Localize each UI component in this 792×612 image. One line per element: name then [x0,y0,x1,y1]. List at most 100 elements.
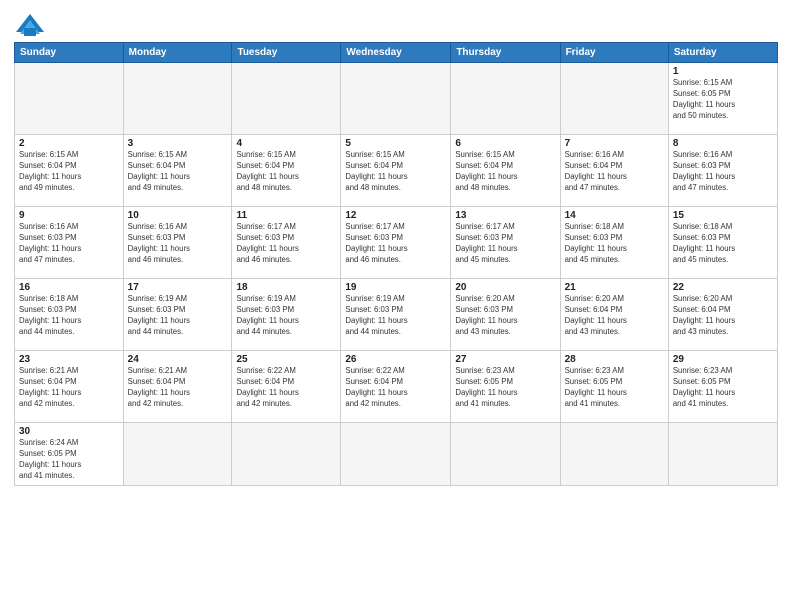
day-info: Sunrise: 6:15 AM Sunset: 6:04 PM Dayligh… [128,150,228,194]
day-info: Sunrise: 6:16 AM Sunset: 6:03 PM Dayligh… [19,222,119,266]
calendar-cell: 26Sunrise: 6:22 AM Sunset: 6:04 PM Dayli… [341,351,451,423]
calendar-cell: 21Sunrise: 6:20 AM Sunset: 6:04 PM Dayli… [560,279,668,351]
calendar-week-row: 16Sunrise: 6:18 AM Sunset: 6:03 PM Dayli… [15,279,778,351]
calendar-cell: 2Sunrise: 6:15 AM Sunset: 6:04 PM Daylig… [15,135,124,207]
weekday-header-thursday: Thursday [451,43,560,63]
calendar-cell: 25Sunrise: 6:22 AM Sunset: 6:04 PM Dayli… [232,351,341,423]
day-number: 13 [455,210,555,221]
day-info: Sunrise: 6:15 AM Sunset: 6:04 PM Dayligh… [19,150,119,194]
day-number: 27 [455,354,555,365]
day-number: 4 [236,138,336,149]
calendar-cell: 29Sunrise: 6:23 AM Sunset: 6:05 PM Dayli… [668,351,777,423]
day-number: 8 [673,138,773,149]
calendar-cell: 8Sunrise: 6:16 AM Sunset: 6:03 PM Daylig… [668,135,777,207]
calendar-cell [451,423,560,486]
day-number: 7 [565,138,664,149]
calendar-week-row: 30Sunrise: 6:24 AM Sunset: 6:05 PM Dayli… [15,423,778,486]
day-info: Sunrise: 6:17 AM Sunset: 6:03 PM Dayligh… [345,222,446,266]
calendar-cell: 23Sunrise: 6:21 AM Sunset: 6:04 PM Dayli… [15,351,124,423]
day-number: 18 [236,282,336,293]
day-info: Sunrise: 6:21 AM Sunset: 6:04 PM Dayligh… [19,366,119,410]
day-number: 22 [673,282,773,293]
day-info: Sunrise: 6:15 AM Sunset: 6:04 PM Dayligh… [236,150,336,194]
calendar-cell: 3Sunrise: 6:15 AM Sunset: 6:04 PM Daylig… [123,135,232,207]
day-info: Sunrise: 6:18 AM Sunset: 6:03 PM Dayligh… [673,222,773,266]
day-info: Sunrise: 6:20 AM Sunset: 6:03 PM Dayligh… [455,294,555,338]
calendar-cell: 10Sunrise: 6:16 AM Sunset: 6:03 PM Dayli… [123,207,232,279]
calendar-cell [123,423,232,486]
logo-icon [14,12,42,34]
weekday-header-saturday: Saturday [668,43,777,63]
day-info: Sunrise: 6:15 AM Sunset: 6:04 PM Dayligh… [455,150,555,194]
day-number: 9 [19,210,119,221]
calendar-cell: 17Sunrise: 6:19 AM Sunset: 6:03 PM Dayli… [123,279,232,351]
day-number: 14 [565,210,664,221]
day-info: Sunrise: 6:15 AM Sunset: 6:04 PM Dayligh… [345,150,446,194]
day-info: Sunrise: 6:17 AM Sunset: 6:03 PM Dayligh… [236,222,336,266]
day-info: Sunrise: 6:16 AM Sunset: 6:04 PM Dayligh… [565,150,664,194]
day-number: 30 [19,426,119,437]
calendar-cell [123,63,232,135]
day-number: 21 [565,282,664,293]
calendar-cell: 9Sunrise: 6:16 AM Sunset: 6:03 PM Daylig… [15,207,124,279]
calendar-cell: 12Sunrise: 6:17 AM Sunset: 6:03 PM Dayli… [341,207,451,279]
day-number: 23 [19,354,119,365]
calendar-cell: 4Sunrise: 6:15 AM Sunset: 6:04 PM Daylig… [232,135,341,207]
day-number: 15 [673,210,773,221]
logo [14,12,46,34]
weekday-header-friday: Friday [560,43,668,63]
day-info: Sunrise: 6:20 AM Sunset: 6:04 PM Dayligh… [565,294,664,338]
day-number: 3 [128,138,228,149]
calendar-cell: 5Sunrise: 6:15 AM Sunset: 6:04 PM Daylig… [341,135,451,207]
day-number: 28 [565,354,664,365]
calendar-week-row: 9Sunrise: 6:16 AM Sunset: 6:03 PM Daylig… [15,207,778,279]
calendar-cell [232,423,341,486]
day-info: Sunrise: 6:20 AM Sunset: 6:04 PM Dayligh… [673,294,773,338]
calendar-cell: 19Sunrise: 6:19 AM Sunset: 6:03 PM Dayli… [341,279,451,351]
calendar-cell: 22Sunrise: 6:20 AM Sunset: 6:04 PM Dayli… [668,279,777,351]
calendar-cell [668,423,777,486]
calendar-cell: 1Sunrise: 6:15 AM Sunset: 6:05 PM Daylig… [668,63,777,135]
calendar-week-row: 23Sunrise: 6:21 AM Sunset: 6:04 PM Dayli… [15,351,778,423]
day-info: Sunrise: 6:18 AM Sunset: 6:03 PM Dayligh… [565,222,664,266]
day-number: 11 [236,210,336,221]
calendar-cell: 30Sunrise: 6:24 AM Sunset: 6:05 PM Dayli… [15,423,124,486]
day-number: 20 [455,282,555,293]
calendar-cell: 18Sunrise: 6:19 AM Sunset: 6:03 PM Dayli… [232,279,341,351]
day-info: Sunrise: 6:17 AM Sunset: 6:03 PM Dayligh… [455,222,555,266]
day-info: Sunrise: 6:23 AM Sunset: 6:05 PM Dayligh… [673,366,773,410]
calendar-cell: 27Sunrise: 6:23 AM Sunset: 6:05 PM Dayli… [451,351,560,423]
calendar-cell: 11Sunrise: 6:17 AM Sunset: 6:03 PM Dayli… [232,207,341,279]
day-number: 16 [19,282,119,293]
day-info: Sunrise: 6:18 AM Sunset: 6:03 PM Dayligh… [19,294,119,338]
calendar-table: SundayMondayTuesdayWednesdayThursdayFrid… [14,42,778,486]
calendar-cell [341,423,451,486]
day-info: Sunrise: 6:16 AM Sunset: 6:03 PM Dayligh… [673,150,773,194]
day-number: 17 [128,282,228,293]
calendar-cell [15,63,124,135]
calendar-cell [451,63,560,135]
weekday-header-tuesday: Tuesday [232,43,341,63]
day-number: 19 [345,282,446,293]
day-info: Sunrise: 6:21 AM Sunset: 6:04 PM Dayligh… [128,366,228,410]
day-number: 24 [128,354,228,365]
day-info: Sunrise: 6:15 AM Sunset: 6:05 PM Dayligh… [673,78,773,122]
day-info: Sunrise: 6:23 AM Sunset: 6:05 PM Dayligh… [455,366,555,410]
calendar-cell [560,63,668,135]
calendar-week-row: 2Sunrise: 6:15 AM Sunset: 6:04 PM Daylig… [15,135,778,207]
day-info: Sunrise: 6:22 AM Sunset: 6:04 PM Dayligh… [236,366,336,410]
calendar-cell: 6Sunrise: 6:15 AM Sunset: 6:04 PM Daylig… [451,135,560,207]
weekday-header-sunday: Sunday [15,43,124,63]
weekday-header-row: SundayMondayTuesdayWednesdayThursdayFrid… [15,43,778,63]
weekday-header-wednesday: Wednesday [341,43,451,63]
calendar-cell: 28Sunrise: 6:23 AM Sunset: 6:05 PM Dayli… [560,351,668,423]
calendar-cell: 20Sunrise: 6:20 AM Sunset: 6:03 PM Dayli… [451,279,560,351]
day-number: 5 [345,138,446,149]
calendar-cell [560,423,668,486]
page: SundayMondayTuesdayWednesdayThursdayFrid… [0,0,792,612]
day-info: Sunrise: 6:19 AM Sunset: 6:03 PM Dayligh… [128,294,228,338]
day-info: Sunrise: 6:22 AM Sunset: 6:04 PM Dayligh… [345,366,446,410]
day-number: 29 [673,354,773,365]
day-number: 6 [455,138,555,149]
calendar-cell: 15Sunrise: 6:18 AM Sunset: 6:03 PM Dayli… [668,207,777,279]
